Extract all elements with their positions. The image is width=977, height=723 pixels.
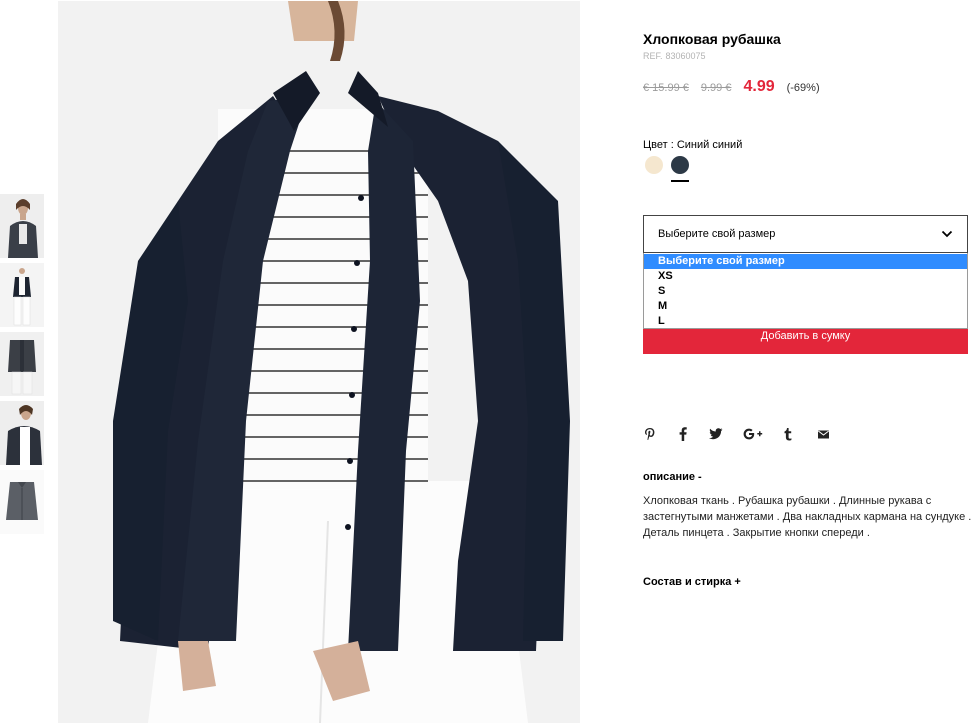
email-icon[interactable] [816, 426, 830, 442]
ref-number: 83060075 [665, 51, 706, 61]
description-heading: описание [643, 471, 696, 483]
discount-percent: (-69%) [786, 82, 820, 94]
facebook-icon[interactable] [677, 426, 689, 442]
selected-swatch-indicator [671, 180, 689, 182]
product-ref: REF. 83060075 [643, 51, 706, 61]
twitter-icon[interactable] [709, 426, 723, 442]
size-option-xs[interactable]: XS [644, 269, 967, 284]
description-toggle[interactable]: описание - [643, 471, 702, 483]
composition-toggle[interactable]: Состав и стирка + [643, 576, 741, 588]
expand-icon: + [734, 576, 741, 588]
thumbnail-4[interactable] [0, 401, 44, 465]
color-label-row: Цвет : Синий синий [643, 139, 742, 151]
google-plus-icon[interactable] [742, 426, 764, 442]
tumblr-icon[interactable] [783, 426, 793, 442]
size-option-placeholder[interactable]: Выберите свой размер [644, 254, 967, 269]
selected-color: Синий синий [676, 139, 743, 151]
price-row: € 15.99 € 9.99 € 4.99 (-69%) [643, 78, 820, 96]
size-options-list: Выберите свой размер XS S M L [643, 253, 968, 329]
pinterest-icon[interactable] [643, 426, 657, 442]
original-price: € 15.99 € [643, 82, 689, 94]
size-option-s[interactable]: S [644, 284, 967, 299]
thumbnail-3[interactable] [0, 332, 44, 396]
collapse-icon: - [698, 471, 702, 483]
chevron-down-icon [941, 228, 953, 243]
composition-heading: Состав и стирка [643, 576, 732, 588]
thumbnail-2[interactable] [0, 263, 44, 327]
size-option-m[interactable]: M [644, 299, 967, 314]
previous-price: 9.99 € [700, 82, 732, 94]
thumbnail-1[interactable] [0, 194, 44, 258]
size-select[interactable]: Выберите свой размер [643, 215, 968, 253]
sale-price: 4.99 [743, 78, 775, 95]
beige-swatch[interactable] [645, 156, 663, 174]
size-select-value: Выберите свой размер [658, 228, 776, 240]
navy-swatch[interactable] [671, 156, 689, 174]
add-to-bag-button[interactable]: Добавить в сумку [643, 326, 968, 354]
ref-label: REF. [643, 51, 663, 61]
product-title: Хлопковая рубашка [643, 31, 781, 47]
thumbnail-5[interactable] [0, 470, 44, 534]
size-option-l[interactable]: L [644, 314, 967, 329]
main-product-photo [58, 1, 580, 723]
color-label: Цвет : [643, 139, 674, 151]
description-text: Хлопковая ткань . Рубашка рубашки . Длин… [643, 495, 972, 539]
